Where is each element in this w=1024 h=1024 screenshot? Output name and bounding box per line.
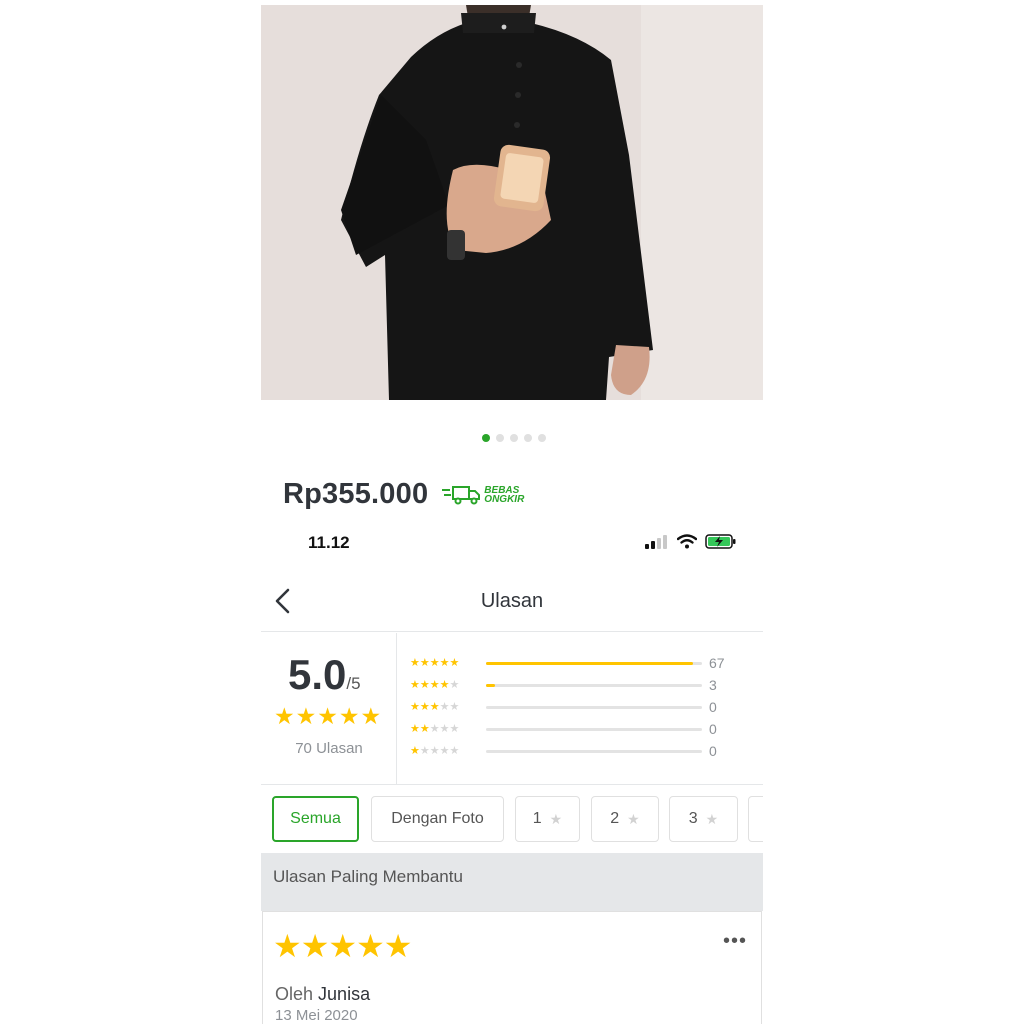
filter-3-label: 3 <box>688 810 698 827</box>
rating-bar-count: 0 <box>709 743 717 759</box>
rating-bar-fill <box>486 662 694 665</box>
star-icon: ★ <box>317 703 338 729</box>
rating-bar-fill <box>486 684 495 687</box>
star-icon: ★ <box>295 703 317 729</box>
filter-with-photo-chip[interactable]: Dengan Foto <box>371 796 504 842</box>
rating-scale: /5 <box>346 674 361 693</box>
star-icon: ★ <box>273 928 302 964</box>
star-icons: ★★★★★ <box>410 745 460 757</box>
rating-summary: 5.0/5 ★ ★ ★ ★ ★ 70 Ulasan ★★★★★ 67 ★★★★★ 3 ★★★★★… <box>261 633 763 785</box>
star-icon: ★ <box>356 928 385 964</box>
star-icon: ★ <box>627 810 640 827</box>
product-price: Rp355.000 <box>283 478 429 510</box>
star-icons: ★★★★★ <box>410 657 460 669</box>
status-bar: 11.12 <box>261 530 763 556</box>
more-options-icon[interactable]: ••• <box>723 931 747 951</box>
author-name: Junisa <box>318 984 371 1004</box>
review-stars: ★★★★★ <box>273 928 413 964</box>
star-icons: ★★★★★ <box>410 701 460 713</box>
delivery-truck-icon <box>442 485 481 504</box>
rating-bar-track <box>486 750 702 753</box>
rating-overview: 5.0/5 ★ ★ ★ ★ ★ 70 Ulasan <box>261 633 397 785</box>
pagination-dot[interactable] <box>510 434 518 442</box>
page-title: Ulasan <box>480 590 544 612</box>
review-card: ★★★★★ ••• Oleh Junisa 13 Mei 2020 <box>262 911 762 1024</box>
filter-all-chip[interactable]: Semua <box>272 796 359 842</box>
rating-bar-track <box>486 728 702 731</box>
filter-2-label: 2 <box>610 810 620 827</box>
nav-header: Ulasan <box>261 580 763 632</box>
review-filters: Semua Dengan Foto 1 ★ 2 ★ 3 ★ <box>261 796 763 842</box>
star-icons: ★★★★★ <box>410 723 460 735</box>
star-icon: ★ <box>300 928 330 964</box>
rating-bar-row: ★★★★★ 3 <box>410 677 740 699</box>
rating-bar-count: 0 <box>709 721 717 737</box>
pagination-dot[interactable] <box>496 434 504 442</box>
rating-score-value: 5.0 <box>288 651 347 698</box>
price-row: Rp355.000 BEBAS ONGKIR <box>283 478 524 511</box>
filter-with-photo-label: Dengan Foto <box>391 810 484 827</box>
rating-bar-row: ★★★★★ 0 <box>410 743 740 765</box>
rating-bar-row: ★★★★★ 67 <box>410 655 740 677</box>
filter-all-label: Semua <box>290 810 341 827</box>
rating-bar-row: ★★★★★ 0 <box>410 721 740 743</box>
rating-bar-track <box>486 706 702 709</box>
author-prefix: Oleh <box>275 984 314 1004</box>
pagination-dot[interactable] <box>538 434 546 442</box>
rating-bar-track <box>486 662 702 665</box>
filter-1-label: 1 <box>532 810 542 827</box>
review-date: 13 Mei 2020 <box>275 1007 358 1024</box>
rating-bar-count: 0 <box>709 699 717 715</box>
star-icon: ★ <box>360 703 382 729</box>
image-pagination <box>0 434 1024 442</box>
filter-3-star-chip[interactable]: 3 ★ <box>669 796 738 842</box>
star-icon: ★ <box>383 928 413 964</box>
rating-bar-count: 67 <box>709 655 725 671</box>
star-icon: ★ <box>549 810 563 827</box>
section-title: Ulasan Paling Membantu <box>273 867 463 886</box>
filter-4-star-chip[interactable] <box>748 796 763 842</box>
signal-icon <box>645 534 667 549</box>
battery-icon <box>705 534 736 549</box>
rating-breakdown: ★★★★★ 67 ★★★★★ 3 ★★★★★ 0 ★★★★★ 0 ★★★★★ 0 <box>410 655 740 765</box>
filter-2-star-chip[interactable]: 2 ★ <box>591 796 659 842</box>
rating-bar-row: ★★★★★ 0 <box>410 699 740 721</box>
rating-score: 5.0/5 <box>288 651 361 699</box>
rating-bar-count: 3 <box>709 677 717 693</box>
star-icon: ★ <box>274 703 295 729</box>
star-icon: ★ <box>705 810 719 827</box>
pagination-dot-active[interactable] <box>482 434 490 442</box>
product-photo[interactable] <box>261 5 763 400</box>
rating-bar-track <box>486 684 702 687</box>
free-shipping-badge: BEBAS ONGKIR <box>442 484 524 506</box>
wifi-icon <box>677 534 697 549</box>
rating-stars: ★ ★ ★ ★ ★ <box>274 705 381 728</box>
star-icon: ★ <box>338 703 360 729</box>
star-icons: ★★★★★ <box>410 679 460 691</box>
badge-line2: ONGKIR <box>484 493 525 505</box>
product-image <box>261 5 763 400</box>
status-icons <box>645 534 737 549</box>
pagination-dot[interactable] <box>524 434 532 442</box>
section-header: Ulasan Paling Membantu <box>261 853 763 911</box>
star-icon: ★ <box>328 928 357 964</box>
filter-1-star-chip[interactable]: 1 ★ <box>515 796 580 842</box>
review-author: Oleh Junisa <box>275 984 370 1005</box>
review-count: 70 Ulasan <box>295 740 363 757</box>
status-time: 11.12 <box>308 533 350 552</box>
